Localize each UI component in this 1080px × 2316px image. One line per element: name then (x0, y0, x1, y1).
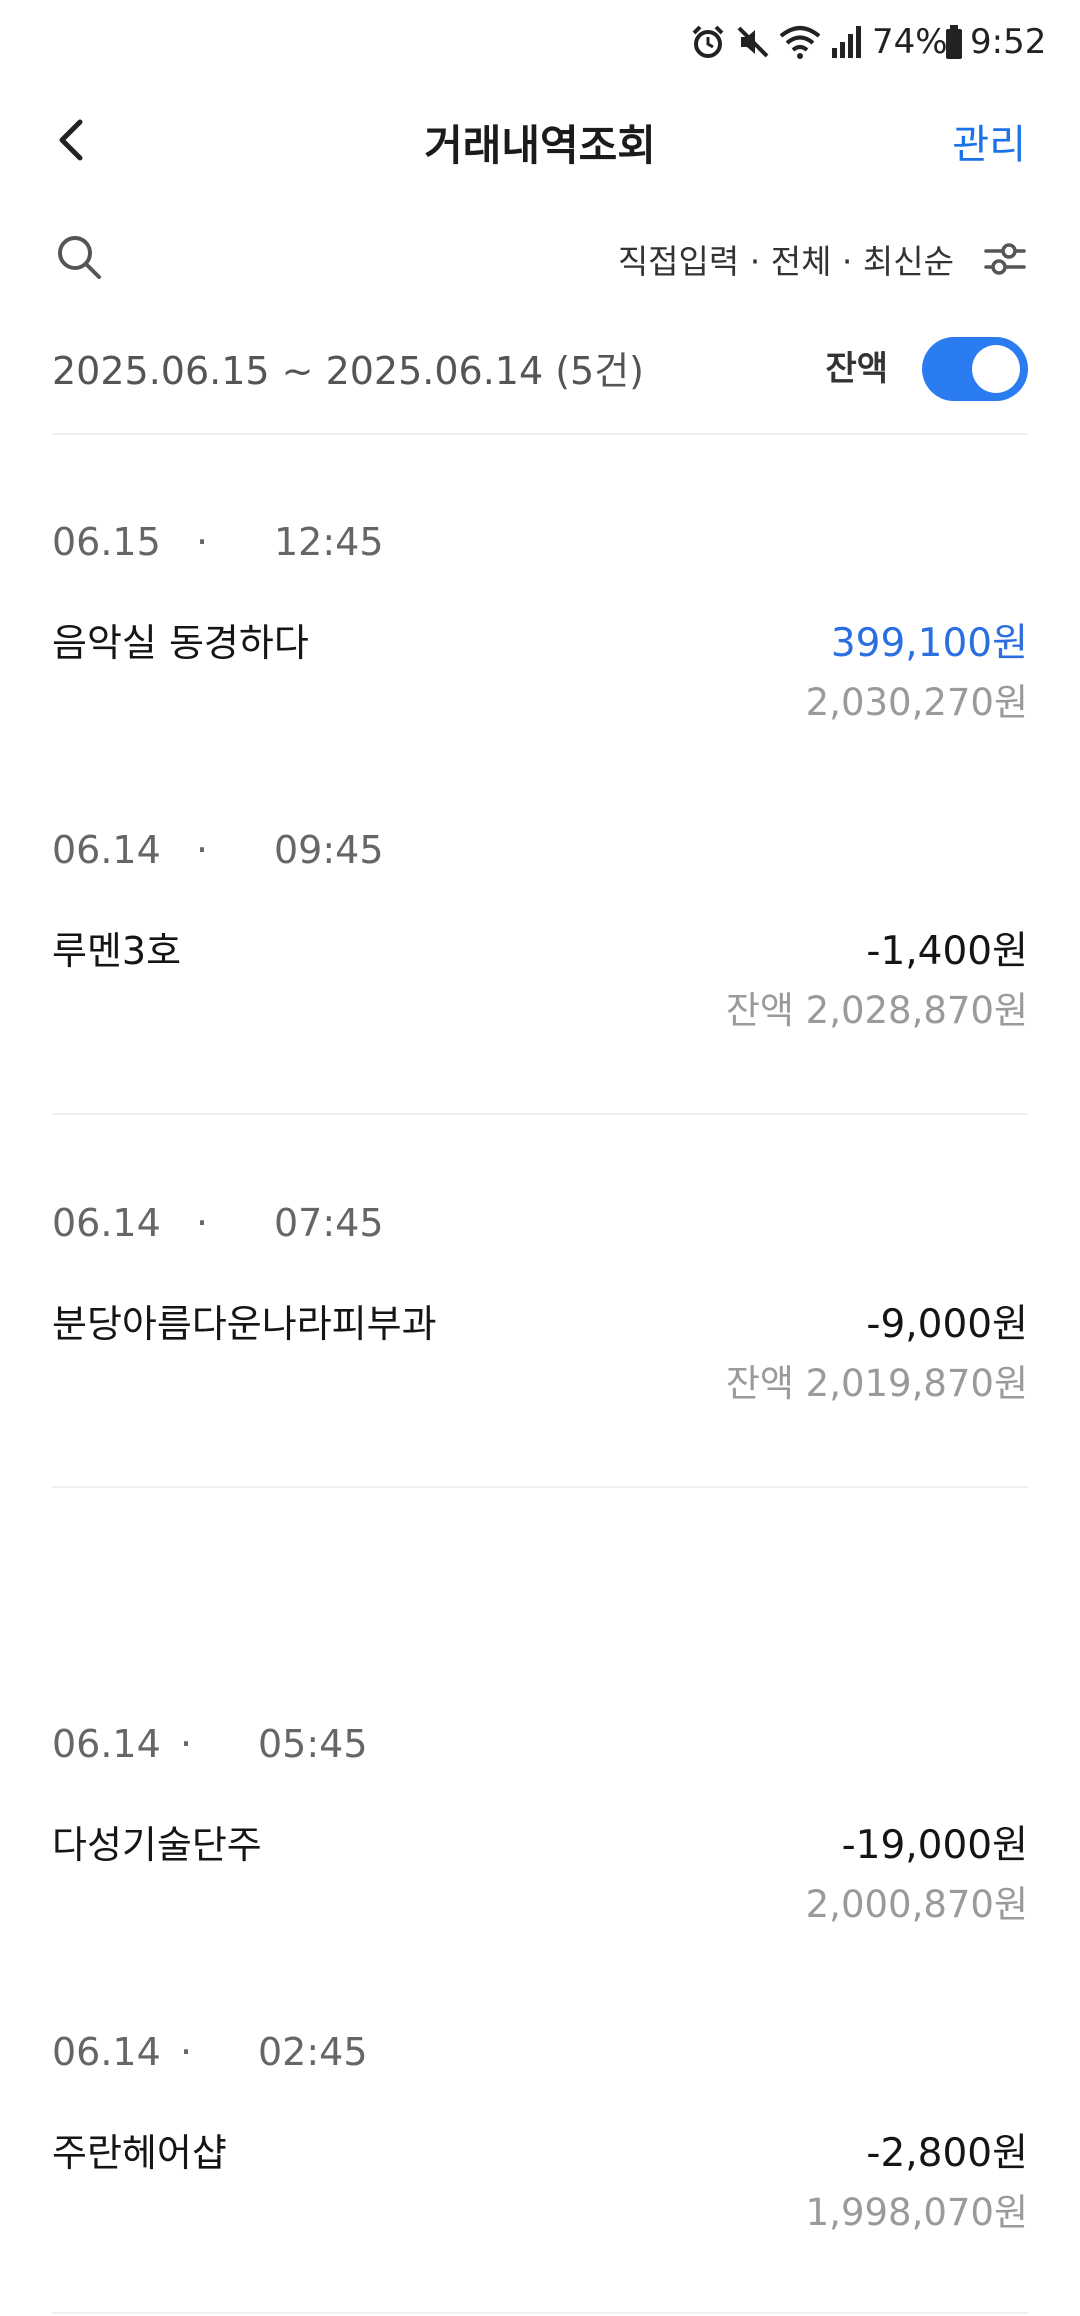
separator-dot: · (196, 1201, 209, 1245)
transaction-time: 02:45 (258, 2030, 368, 2074)
filter-settings-icon[interactable] (982, 238, 1028, 280)
transaction-date: 06.14 (52, 1722, 161, 1766)
transaction-row[interactable]: 06.15 · 12:45 음악실 동경하다 399,100원 2,030,27… (0, 500, 1080, 730)
divider (52, 2312, 1028, 2314)
transaction-row[interactable]: 06.14 · 09:45 루멘3호 -1,400원 잔액 2,028,870원 (0, 808, 1080, 1058)
transaction-balance: 잔액 2,019,870원 (725, 1362, 1028, 1405)
transaction-amount: -2,800원 (866, 2131, 1028, 2176)
balance-toggle-label: 잔액 (825, 349, 888, 389)
transaction-row[interactable]: 06.14 · 02:45 주란헤어샵 -2,800원 1,998,070원 (0, 2010, 1080, 2240)
transaction-amount: 399,100원 (830, 621, 1028, 666)
transaction-time: 12:45 (274, 520, 384, 564)
transaction-name: 루멘3호 (52, 929, 182, 973)
alarm-icon (692, 25, 724, 58)
period-range[interactable]: 2025.06.15 ~ 2025.06.14 (5건) (52, 340, 644, 395)
transaction-time: 05:45 (258, 1722, 368, 1766)
transaction-balance: 2,030,270원 (805, 681, 1028, 724)
clock: 9:52 (970, 22, 1047, 62)
separator-dot: · (180, 1722, 193, 1766)
transaction-amount: -1,400원 (866, 929, 1028, 974)
divider (52, 1486, 1028, 1488)
search-icon[interactable] (54, 232, 104, 282)
divider (52, 1113, 1028, 1115)
battery-percent: 74% (872, 22, 948, 62)
page-title: 거래내역조회 (424, 121, 656, 170)
transaction-balance: 잔액 2,028,870원 (725, 989, 1028, 1032)
status-bar: 74% 9:52 (0, 0, 1080, 90)
separator-dot: · (196, 520, 209, 564)
transaction-amount: -19,000원 (841, 1823, 1028, 1868)
separator-dot: · (196, 828, 209, 872)
transaction-balance: 2,000,870원 (805, 1883, 1028, 1926)
transaction-date: 06.15 (52, 520, 161, 564)
transaction-time: 07:45 (274, 1201, 384, 1245)
transaction-time: 09:45 (274, 828, 384, 872)
signal-icon (832, 26, 861, 58)
separator-dot: · (180, 2030, 193, 2074)
transaction-amount: -9,000원 (866, 1302, 1028, 1347)
divider (52, 433, 1028, 435)
transaction-date: 06.14 (52, 2030, 161, 2074)
mute-icon (737, 26, 769, 58)
battery-icon (946, 25, 962, 59)
manage-button[interactable]: 관리 (952, 112, 1026, 170)
transaction-name: 다성기술단주 (52, 1823, 262, 1867)
wifi-icon (779, 26, 821, 59)
transaction-balance: 1,998,070원 (805, 2191, 1028, 2234)
app-header: 거래내역조회 관리 (0, 100, 1080, 190)
balance-toggle[interactable] (922, 337, 1028, 401)
filter-summary[interactable]: 직접입력 · 전체 · 최신순 (618, 235, 954, 283)
transaction-row[interactable]: 06.14 · 05:45 다성기술단주 -19,000원 2,000,870원 (0, 1702, 1080, 1932)
transaction-date: 06.14 (52, 1201, 161, 1245)
transaction-name: 주란헤어샵 (52, 2131, 227, 2175)
transaction-row[interactable]: 06.14 · 07:45 분당아름다운나라피부과 -9,000원 잔액 2,0… (0, 1181, 1080, 1431)
transaction-name: 분당아름다운나라피부과 (52, 1302, 437, 1346)
transaction-date: 06.14 (52, 828, 161, 872)
toggle-knob (972, 345, 1020, 393)
transaction-name: 음악실 동경하다 (52, 621, 309, 665)
